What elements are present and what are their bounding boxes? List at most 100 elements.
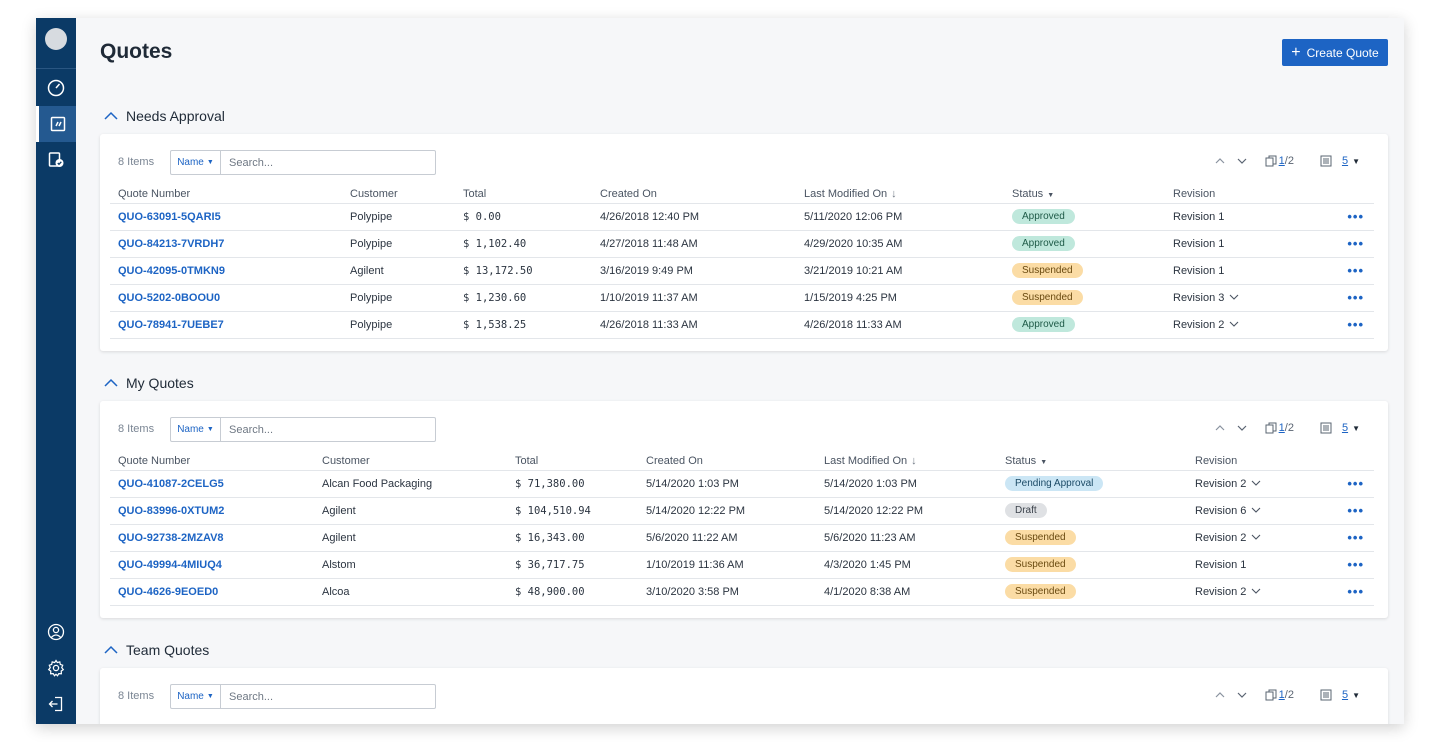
table-row[interactable]: QUO-83996-0XTUM2 Agilent $ 104,510.94 5/… [110, 497, 1374, 525]
quote-number-link[interactable]: QUO-78941-7UEBE7 [110, 311, 342, 339]
chevron-up-icon[interactable] [1215, 424, 1225, 432]
col-header-customer[interactable]: Customer [342, 185, 455, 204]
chevron-down-icon[interactable] [1237, 424, 1247, 432]
col-header-quote-number[interactable]: Quote Number [110, 452, 314, 471]
search-filter-dropdown[interactable]: Name ▼ [171, 151, 221, 174]
more-actions-icon[interactable]: ••• [1315, 551, 1374, 579]
more-actions-icon[interactable]: ••• [1315, 257, 1374, 285]
cell-created: 4/27/2018 11:48 AM [592, 230, 796, 258]
chevron-up-icon[interactable] [1215, 157, 1225, 165]
table-row[interactable]: QUO-41087-2CELG5 Alcan Food Packaging $ … [110, 470, 1374, 498]
cell-revision[interactable]: Revision 3 [1165, 284, 1315, 312]
table-row[interactable]: QUO-84213-7VRDH7 Polypipe $ 1,102.40 4/2… [110, 230, 1374, 258]
quote-number-link[interactable]: QUO-42095-0TMKN9 [110, 257, 342, 285]
col-header-created-on[interactable]: Created On [592, 185, 796, 204]
sidebar-item-logout[interactable] [36, 686, 76, 722]
section-header-needs-approval[interactable]: Needs Approval [104, 108, 225, 124]
quote-number-link[interactable]: QUO-83996-0XTUM2 [110, 497, 314, 525]
section-title: Needs Approval [126, 108, 225, 124]
page-size-dropdown[interactable]: 5 ▼ [1314, 155, 1360, 167]
col-header-total[interactable]: Total [507, 452, 638, 471]
chevron-down-icon[interactable] [1237, 157, 1247, 165]
quote-number-link[interactable]: QUO-4626-9EOED0 [110, 578, 314, 606]
col-header-revision[interactable]: Revision [1165, 185, 1315, 204]
sidebar-item-profile[interactable] [36, 614, 76, 650]
cell-status: Pending Approval [997, 470, 1187, 498]
quote-number-link[interactable]: QUO-49994-4MIUQ4 [110, 551, 314, 579]
create-quote-button[interactable]: + Create Quote [1282, 39, 1388, 66]
chevron-down-icon[interactable] [1229, 294, 1239, 301]
more-actions-icon[interactable]: ••• [1315, 524, 1374, 552]
section-header-team-quotes[interactable]: Team Quotes [104, 642, 209, 658]
col-header-last-modified[interactable]: Last Modified On ↓ [796, 185, 1004, 204]
quote-number-link[interactable]: QUO-63091-5QARI5 [110, 203, 342, 231]
chevron-down-icon[interactable] [1251, 507, 1261, 514]
more-actions-icon[interactable]: ••• [1315, 578, 1374, 606]
cell-revision[interactable]: Revision 2 [1165, 311, 1315, 339]
sidebar-item-settings[interactable] [36, 650, 76, 686]
col-header-status[interactable]: Status ▼ [1004, 185, 1165, 204]
chevron-down-icon[interactable] [1229, 321, 1239, 328]
chevron-up-icon[interactable] [1215, 691, 1225, 699]
cell-revision[interactable]: Revision 6 [1187, 497, 1315, 525]
more-actions-icon[interactable]: ••• [1315, 470, 1374, 498]
more-actions-icon[interactable]: ••• [1315, 284, 1374, 312]
page-size-dropdown[interactable]: 5 ▼ [1314, 689, 1360, 701]
col-header-last-modified[interactable]: Last Modified On ↓ [816, 452, 997, 471]
table-row[interactable]: QUO-92738-2MZAV8 Agilent $ 16,343.00 5/6… [110, 524, 1374, 552]
table-row[interactable]: QUO-42095-0TMKN9 Agilent $ 13,172.50 3/1… [110, 257, 1374, 285]
chevron-up-icon[interactable] [104, 645, 118, 655]
table-row[interactable]: QUO-78941-7UEBE7 Polypipe $ 1,538.25 4/2… [110, 311, 1374, 339]
col-header-created-on[interactable]: Created On [638, 452, 816, 471]
table-row[interactable]: QUO-49994-4MIUQ4 Alstom $ 36,717.75 1/10… [110, 551, 1374, 579]
quote-number-link[interactable]: QUO-41087-2CELG5 [110, 470, 314, 498]
cell-modified: 5/14/2020 12:22 PM [816, 497, 997, 525]
chevron-down-icon[interactable] [1237, 691, 1247, 699]
chevron-down-icon[interactable] [1251, 480, 1261, 487]
col-header-quote-number[interactable]: Quote Number [110, 185, 342, 204]
search-input[interactable] [221, 423, 421, 436]
cell-created: 5/6/2020 11:22 AM [638, 524, 816, 552]
more-actions-icon[interactable]: ••• [1315, 311, 1374, 339]
section-header-my-quotes[interactable]: My Quotes [104, 375, 194, 391]
table-row[interactable]: QUO-63091-5QARI5 Polypipe $ 0.00 4/26/20… [110, 203, 1374, 231]
cell-customer: Polypipe [342, 284, 455, 312]
search-filter-dropdown[interactable]: Name ▼ [171, 685, 221, 708]
more-actions-icon[interactable]: ••• [1315, 497, 1374, 525]
status-badge: Draft [1005, 503, 1047, 518]
pager: 1/2 5 ▼ [1215, 689, 1360, 701]
sidebar-item-dashboard[interactable] [36, 70, 76, 106]
cell-revision[interactable]: Revision 2 [1187, 524, 1315, 552]
chevron-down-icon[interactable] [1251, 588, 1261, 595]
chevron-up-icon[interactable] [104, 111, 118, 121]
cell-status: Approved [1004, 203, 1165, 231]
sidebar-item-quotes[interactable] [36, 106, 76, 142]
pages-icon [1265, 689, 1277, 701]
search-input[interactable] [221, 690, 421, 703]
page-size-dropdown[interactable]: 5 ▼ [1314, 422, 1360, 434]
more-actions-icon[interactable]: ••• [1315, 203, 1374, 231]
quote-number-link[interactable]: QUO-92738-2MZAV8 [110, 524, 314, 552]
chevron-up-icon[interactable] [104, 378, 118, 388]
caret-down-icon: ▼ [206, 426, 214, 433]
more-actions-icon[interactable]: ••• [1315, 230, 1374, 258]
col-header-total[interactable]: Total [455, 185, 592, 204]
col-header-customer[interactable]: Customer [314, 452, 507, 471]
chevron-down-icon[interactable] [1251, 534, 1261, 541]
col-header-revision[interactable]: Revision [1187, 452, 1315, 471]
search-input[interactable] [221, 156, 421, 169]
quote-number-link[interactable]: QUO-84213-7VRDH7 [110, 230, 342, 258]
cell-modified: 3/21/2019 10:21 AM [796, 257, 1004, 285]
table-row[interactable]: QUO-5202-0BOOU0 Polypipe $ 1,230.60 1/10… [110, 284, 1374, 312]
avatar[interactable] [45, 28, 67, 50]
cell-revision[interactable]: Revision 2 [1187, 578, 1315, 606]
table-row[interactable]: QUO-4626-9EOED0 Alcoa $ 48,900.00 3/10/2… [110, 578, 1374, 606]
cell-modified: 4/1/2020 8:38 AM [816, 578, 997, 606]
cell-total: $ 104,510.94 [507, 497, 638, 525]
cell-revision[interactable]: Revision 2 [1187, 470, 1315, 498]
status-badge: Approved [1012, 236, 1075, 251]
quote-number-link[interactable]: QUO-5202-0BOOU0 [110, 284, 342, 312]
col-header-status[interactable]: Status ▼ [997, 452, 1187, 471]
sidebar-item-approvals[interactable] [36, 142, 76, 178]
search-filter-dropdown[interactable]: Name ▼ [171, 418, 221, 441]
